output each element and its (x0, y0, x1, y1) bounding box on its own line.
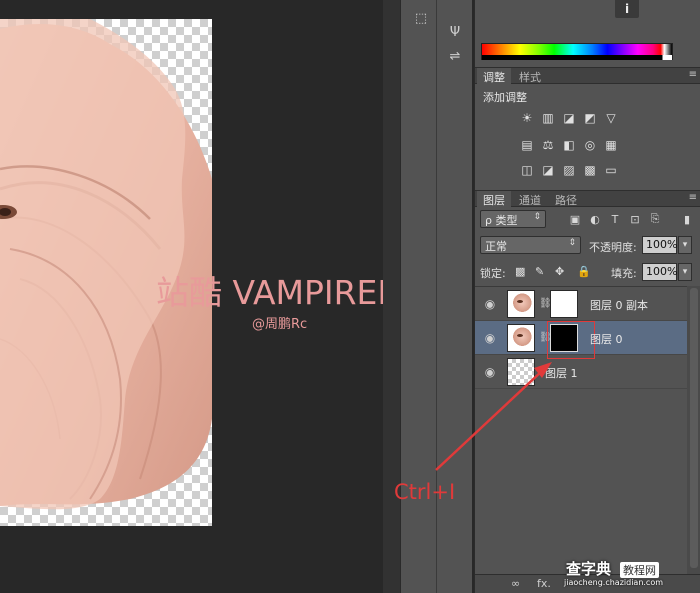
dock-divider (436, 0, 437, 593)
color-spectrum[interactable] (481, 43, 673, 60)
visibility-eye-icon[interactable]: ◉ (483, 297, 497, 311)
layer-name: 图层 1 (545, 367, 578, 380)
tab-channels[interactable]: 通道 (513, 191, 547, 207)
blend-mode-dropdown[interactable]: 正常 ⇕ (480, 236, 581, 254)
adjustment-row-2: ▤ ⚖ ◧ ◎ ▦ (519, 137, 619, 155)
tab-layers[interactable]: 图层 (477, 191, 511, 207)
shape-filter-icon[interactable]: ⊡ (628, 212, 642, 226)
adjustment-row-3: ◫ ◪ ▨ ▩ ▭ (519, 162, 619, 180)
lock-position-icon[interactable]: ✥ (555, 265, 564, 278)
site-watermark-url: jiaocheng.chazidian.com (564, 578, 664, 587)
brightness-icon[interactable]: ☀ (519, 110, 535, 126)
opacity-dropdown-icon[interactable]: ▾ (678, 236, 692, 254)
highlight-box (547, 321, 595, 359)
adjustment-row-1: ☀ ▥ ◪ ◩ ▽ (519, 110, 619, 128)
curves-icon[interactable]: ◪ (561, 110, 577, 126)
vibrance-icon[interactable]: ▽ (603, 110, 619, 126)
brush-tool-icon[interactable]: Ψ (443, 20, 467, 44)
tab-adjustments[interactable]: 调整 (477, 68, 511, 84)
lock-label: 锁定: (480, 267, 506, 280)
filter-toggle-icon[interactable]: ▮ (680, 212, 694, 226)
layer-row[interactable]: ◉ 图层 1 (475, 355, 687, 389)
layers-menu-icon[interactable]: ≡ (689, 192, 697, 203)
lock-all-icon[interactable]: 🔒 (577, 265, 591, 278)
photo-filter-icon[interactable]: ◎ (582, 137, 598, 153)
layer-row[interactable]: ◉ ⛓ 图层 0 副本 (475, 287, 687, 321)
site-watermark-tag: 教程网 (620, 562, 659, 578)
layer-thumbnail (507, 358, 535, 386)
link-layers-icon[interactable]: ∞ (511, 577, 520, 590)
hue-saturation-icon[interactable]: ▤ (519, 137, 535, 153)
fill-dropdown-icon[interactable]: ▾ (678, 263, 692, 281)
layers-tabbar: 图层 通道 路径 ≡ (475, 190, 700, 207)
panel-menu-icon[interactable]: ≡ (689, 69, 697, 80)
fill-label: 填充: (611, 267, 637, 280)
layer-row-selected[interactable]: ◉ ⛓ 图层 0 (475, 321, 687, 359)
threshold-icon[interactable]: ▨ (561, 162, 577, 178)
black-white-icon[interactable]: ◧ (561, 137, 577, 153)
pixel-filter-icon[interactable]: ▣ (568, 212, 582, 226)
photoshop-window: 站酷 VAMPIREE @周鹏Rc ⬚ Ψ ⇌ i 调整 样式 ≡ 添加调整 ☀… (0, 0, 700, 593)
fx-icon[interactable]: fx. (537, 577, 551, 590)
type-filter-icon[interactable]: T (608, 212, 622, 226)
visibility-eye-icon[interactable]: ◉ (483, 365, 497, 379)
panel-dock: ⬚ Ψ ⇌ (400, 0, 472, 593)
site-watermark-logo: 查字典 (566, 560, 612, 578)
filter-kind-dropdown[interactable]: ρ 类型 ⇕ (480, 210, 546, 228)
sliders-icon[interactable]: ⇌ (443, 44, 467, 68)
right-panels: i 调整 样式 ≡ 添加调整 ☀ ▥ ◪ ◩ ▽ ▤ ⚖ ◧ ◎ ▦ ◫ ◪ ▨… (474, 0, 700, 593)
add-adjustment-label: 添加调整 (483, 91, 527, 104)
cube-icon[interactable]: ⬚ (409, 6, 433, 30)
exposure-icon[interactable]: ◩ (582, 110, 598, 126)
canvas-area[interactable]: 站酷 VAMPIREE @周鹏Rc (0, 0, 383, 593)
smart-object-filter-icon[interactable]: ⎘ (648, 212, 662, 226)
visibility-eye-icon[interactable]: ◉ (483, 331, 497, 345)
shortcut-annotation: Ctrl+I (394, 480, 456, 504)
layer-name: 图层 0 副本 (590, 299, 648, 312)
gradient-map-icon[interactable]: ▭ (603, 162, 619, 178)
levels-icon[interactable]: ▥ (540, 110, 556, 126)
chevron-down-icon: ⇕ (533, 212, 541, 222)
site-watermark: 查字典 教程网 jiaocheng.chazidian.com (560, 556, 700, 593)
posterize-icon[interactable]: ◪ (540, 162, 556, 178)
layers-list: ◉ ⛓ 图层 0 副本 ◉ ⛓ 图层 0 ◉ 图层 1 (475, 286, 687, 576)
lock-pixels-icon[interactable]: ✎ (535, 265, 544, 278)
layer-thumbnail (507, 324, 535, 352)
info-icon[interactable]: i (615, 0, 639, 18)
color-balance-icon[interactable]: ⚖ (540, 137, 556, 153)
invert-icon[interactable]: ◫ (519, 162, 535, 178)
watermark-author: @周鹏Rc (252, 317, 308, 332)
canvas-scrollbar[interactable] (383, 0, 400, 593)
layer-filter-row: ρ 类型 ⇕ ▣ ◐ T ⊡ ⎘ ▮ (480, 210, 695, 229)
layer-name: 图层 0 (590, 333, 623, 346)
tab-styles[interactable]: 样式 (513, 68, 547, 84)
channel-mixer-icon[interactable]: ▦ (603, 137, 619, 153)
opacity-field[interactable]: 100% (642, 236, 677, 254)
layers-scrollbar[interactable] (687, 286, 700, 576)
layer-mask-thumbnail[interactable] (550, 290, 578, 318)
fill-field[interactable]: 100% (642, 263, 677, 281)
adjustment-filter-icon[interactable]: ◐ (588, 212, 602, 226)
filter-kind-label: ρ 类型 (485, 214, 518, 227)
selective-color-icon[interactable]: ▩ (582, 162, 598, 178)
layer-thumbnail (507, 290, 535, 318)
lock-transparent-icon[interactable]: ▩ (515, 265, 525, 278)
adjustments-tabbar: 调整 样式 ≡ (475, 67, 700, 84)
opacity-label: 不透明度: (589, 241, 637, 254)
chevron-down-icon: ⇕ (568, 238, 576, 248)
blend-mode-value: 正常 (485, 240, 507, 253)
tab-paths[interactable]: 路径 (549, 191, 583, 207)
watermark-title: 站酷 VAMPIREE (156, 273, 383, 312)
